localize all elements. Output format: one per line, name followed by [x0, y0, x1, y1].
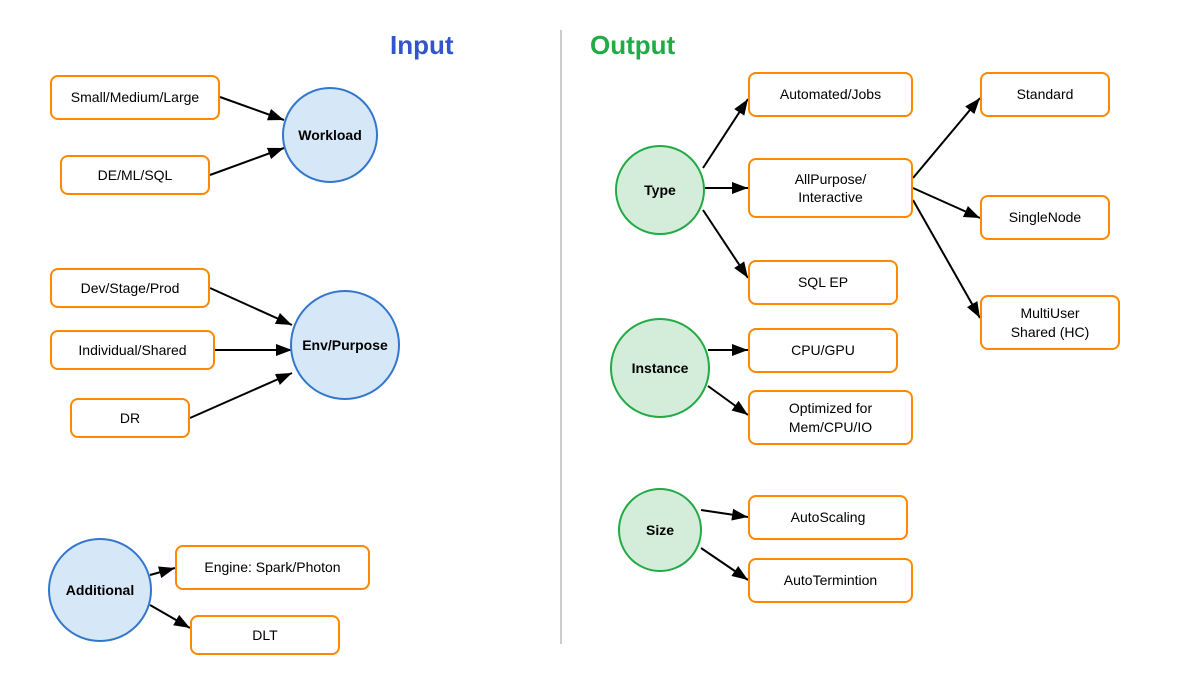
box-single-node: SingleNode	[980, 195, 1110, 240]
box-individual-shared: Individual/Shared	[50, 330, 215, 370]
label-output: Output	[590, 30, 675, 61]
box-autoscaling: AutoScaling	[748, 495, 908, 540]
diagram-container: Input Output Workload Env/Purpose Additi…	[0, 0, 1200, 674]
label-input: Input	[390, 30, 454, 61]
arrow-add-dlt	[150, 605, 190, 628]
box-automated-jobs: Automated/Jobs	[748, 72, 913, 117]
arrow-allpurpose-standard	[913, 98, 980, 178]
circle-additional: Additional	[48, 538, 152, 642]
circle-instance: Instance	[610, 318, 710, 418]
box-sql-ep: SQL EP	[748, 260, 898, 305]
box-small-med-large: Small/Medium/Large	[50, 75, 220, 120]
box-optimized-mem: Optimized for Mem/CPU/IO	[748, 390, 913, 445]
arrow-env-dr	[190, 373, 292, 418]
arrow-instance-optimized	[708, 386, 748, 415]
divider	[560, 30, 562, 644]
box-dev-stage-prod: Dev/Stage/Prod	[50, 268, 210, 308]
box-engine-spark: Engine: Spark/Photon	[175, 545, 370, 590]
box-autotermintion: AutoTermintion	[748, 558, 913, 603]
box-multiuser-shared: MultiUser Shared (HC)	[980, 295, 1120, 350]
arrow-allpurpose-single	[913, 188, 980, 218]
box-dlt: DLT	[190, 615, 340, 655]
circle-workload: Workload	[282, 87, 378, 183]
arrow-workload-small	[220, 97, 284, 120]
arrow-size-autoterm	[701, 548, 748, 580]
circle-size: Size	[618, 488, 702, 572]
arrow-size-autoscaling	[701, 510, 748, 517]
arrow-workload-de	[210, 148, 284, 175]
circle-type: Type	[615, 145, 705, 235]
arrow-env-dev	[210, 288, 292, 325]
box-cpu-gpu: CPU/GPU	[748, 328, 898, 373]
arrow-type-sql	[703, 210, 748, 278]
box-dr: DR	[70, 398, 190, 438]
box-allpurpose-interactive: AllPurpose/ Interactive	[748, 158, 913, 218]
box-de-ml-sql: DE/ML/SQL	[60, 155, 210, 195]
circle-env-purpose: Env/Purpose	[290, 290, 400, 400]
box-standard: Standard	[980, 72, 1110, 117]
arrow-add-engine	[150, 568, 175, 575]
arrow-type-auto	[703, 99, 748, 168]
arrow-allpurpose-multi	[913, 200, 980, 318]
